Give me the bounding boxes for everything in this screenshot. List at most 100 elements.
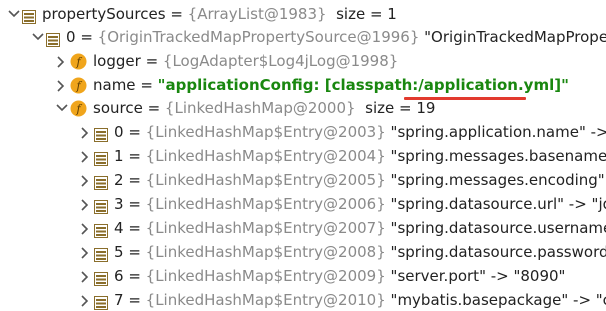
field-icon: f	[70, 53, 87, 70]
size-text: size = 1	[336, 5, 397, 23]
entry-type: {LinkedHashMap$Entry@2008}	[145, 243, 386, 261]
field-icon: f	[70, 77, 87, 94]
tree-row-entry[interactable]: 1 = {LinkedHashMap$Entry@2004} "spring.m…	[78, 144, 606, 168]
entry-type: {LinkedHashMap$Entry@2009}	[145, 267, 386, 285]
value-text: "OriginTrackedMapPrope	[424, 28, 606, 46]
equals-sign: =	[142, 99, 165, 117]
equals-sign: =	[123, 171, 146, 189]
chevron-right-icon[interactable]	[78, 144, 94, 168]
entry-type: {LinkedHashMap$Entry@2003}	[145, 123, 386, 141]
entry-value: "mybatis.basepackage" -> "co	[386, 288, 606, 311]
map-entry-icon	[94, 269, 108, 286]
map-entry-icon	[94, 293, 108, 310]
equals-sign: =	[123, 267, 146, 285]
entry-value-text: "spring.datasource.password"	[390, 243, 606, 261]
chevron-down-icon[interactable]	[54, 96, 70, 120]
entry-value-text: "server.port" -> "8090"	[390, 267, 566, 285]
variable-type: {ArrayList@1983}	[187, 5, 327, 23]
entry-value-text: "spring.messages.encoding" -	[390, 171, 606, 189]
tree-row-property-sources[interactable]: propertySources = {ArrayList@1983} size …	[6, 2, 397, 26]
variable-name: source	[93, 99, 143, 117]
tree-row-entry[interactable]: 4 = {LinkedHashMap$Entry@2007} "spring.d…	[78, 216, 606, 240]
entry-index: 6	[114, 267, 124, 285]
tree-row-name[interactable]: f name = "applicationConfig: [classpath:…	[54, 73, 569, 97]
entry-value: "spring.messages.encoding" -	[386, 168, 606, 192]
map-entry-icon	[94, 173, 108, 190]
entry-value-text: "spring.datasource.username"	[390, 219, 606, 237]
variable-size: size = 1	[327, 2, 397, 26]
map-entry-icon	[94, 245, 108, 262]
equals-sign: =	[123, 291, 146, 309]
entry-index: 7	[114, 291, 124, 309]
entry-value-text: "mybatis.basepackage" -> "co	[390, 291, 606, 309]
tree-row-entry[interactable]: 7 = {LinkedHashMap$Entry@2010} "mybatis.…	[78, 288, 606, 311]
equals-sign: =	[165, 5, 188, 23]
entry-value-text: "spring.messages.basename" -	[390, 147, 606, 165]
tree-row-entry[interactable]: 5 = {LinkedHashMap$Entry@2008} "spring.d…	[78, 240, 606, 264]
variable-type: {LinkedHashMap@2000}	[164, 99, 356, 117]
variable-size: size = 19	[356, 96, 436, 120]
entry-value-text: "spring.datasource.url" -> "jdb	[390, 195, 606, 213]
chevron-down-icon[interactable]	[30, 25, 46, 49]
variable-type: {OriginTrackedMapPropertySource@1996}	[97, 28, 420, 46]
entry-type: {LinkedHashMap$Entry@2006}	[145, 195, 386, 213]
variable-name: name	[93, 76, 136, 94]
entry-index: 2	[114, 171, 124, 189]
map-entry-icon	[94, 149, 108, 166]
map-entry-icon	[94, 197, 108, 214]
entry-value: "spring.datasource.url" -> "jdb	[386, 192, 606, 216]
chevron-right-icon[interactable]	[54, 49, 70, 73]
entry-value-text: "spring.application.name" -> "	[390, 123, 606, 141]
tree-row-logger[interactable]: f logger = {LogAdapter$Log4jLog@1998}	[54, 49, 398, 73]
entry-type: {LinkedHashMap$Entry@2004}	[145, 147, 386, 165]
equals-sign: =	[123, 147, 146, 165]
entry-value: "spring.application.name" -> "	[386, 120, 606, 144]
entry-value: "server.port" -> "8090"	[386, 264, 566, 288]
tree-row-entry[interactable]: 3 = {LinkedHashMap$Entry@2006} "spring.d…	[78, 192, 606, 216]
entry-index: 1	[114, 147, 124, 165]
entry-value: "spring.datasource.username"	[386, 216, 606, 240]
chevron-right-icon[interactable]	[78, 192, 94, 216]
variable-name: propertySources	[42, 5, 166, 23]
equals-sign: =	[123, 219, 146, 237]
chevron-right-icon[interactable]	[78, 264, 94, 288]
tree-row-entry[interactable]: 6 = {LinkedHashMap$Entry@2009} "server.p…	[78, 264, 565, 288]
string-value: "applicationConfig: [classpath:/applicat…	[157, 76, 569, 94]
equals-sign: =	[135, 76, 158, 94]
entry-index: 5	[114, 243, 124, 261]
field-icon: f	[70, 100, 87, 117]
entry-value: "spring.messages.basename" -	[386, 144, 606, 168]
equals-sign: =	[75, 28, 98, 46]
chevron-right-icon[interactable]	[78, 168, 94, 192]
variable-type: {LogAdapter$Log4jLog@1998}	[162, 52, 399, 70]
map-entry-icon	[94, 221, 108, 238]
entry-index: 0	[114, 123, 124, 141]
tree-row-origin-tracked-source[interactable]: 0 = {OriginTrackedMapPropertySource@1996…	[30, 25, 606, 49]
chevron-down-icon[interactable]	[6, 2, 22, 26]
entry-type: {LinkedHashMap$Entry@2007}	[145, 219, 386, 237]
entry-type: {LinkedHashMap$Entry@2005}	[145, 171, 386, 189]
entry-type: {LinkedHashMap$Entry@2010}	[145, 291, 386, 309]
chevron-right-icon[interactable]	[78, 120, 94, 144]
variable-name: 0	[66, 28, 76, 46]
equals-sign: =	[123, 123, 146, 141]
chevron-right-icon[interactable]	[54, 73, 70, 97]
variable-value: "OriginTrackedMapPrope	[419, 25, 606, 49]
entry-index: 4	[114, 219, 124, 237]
tree-row-entry[interactable]: 2 = {LinkedHashMap$Entry@2005} "spring.m…	[78, 168, 606, 192]
tree-row-entry[interactable]: 0 = {LinkedHashMap$Entry@2003} "spring.a…	[78, 120, 606, 144]
list-icon	[22, 7, 36, 24]
equals-sign: =	[123, 195, 146, 213]
entry-value: "spring.datasource.password"	[386, 240, 606, 264]
chevron-right-icon[interactable]	[78, 240, 94, 264]
entry-index: 3	[114, 195, 124, 213]
chevron-right-icon[interactable]	[78, 288, 94, 311]
equals-sign: =	[123, 243, 146, 261]
tree-row-source[interactable]: f source = {LinkedHashMap@2000} size = 1…	[54, 96, 435, 120]
chevron-right-icon[interactable]	[78, 216, 94, 240]
variable-name: logger	[93, 52, 141, 70]
map-entry-icon	[94, 125, 108, 142]
list-icon	[46, 30, 60, 47]
equals-sign: =	[140, 52, 163, 70]
size-text: size = 19	[365, 99, 436, 117]
